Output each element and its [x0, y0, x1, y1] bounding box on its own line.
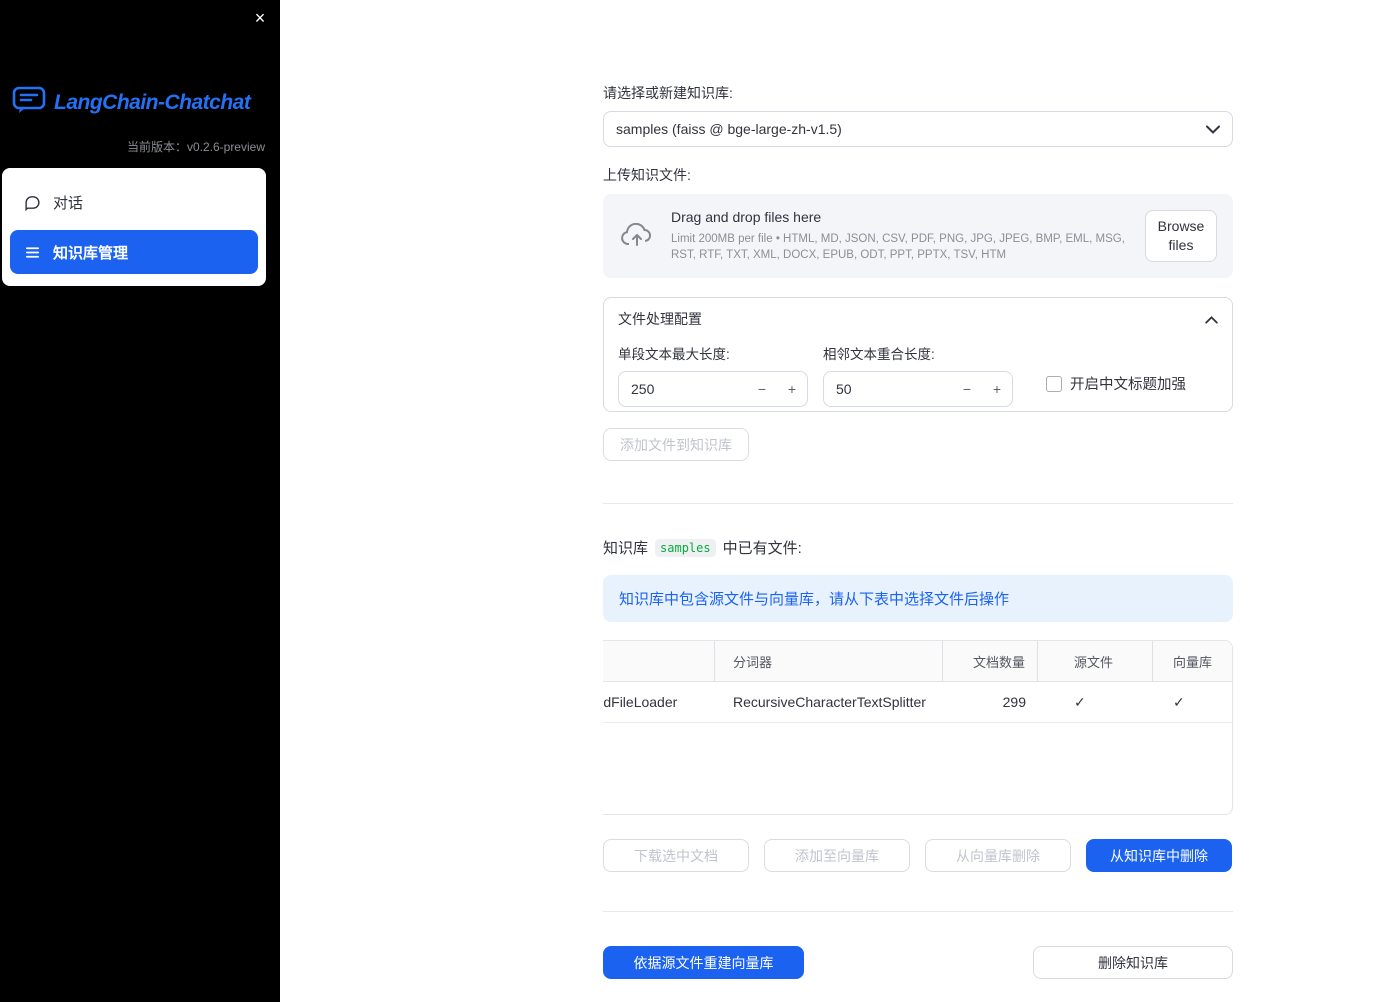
list-icon [24, 244, 41, 261]
chat-bubble-icon [24, 194, 41, 211]
overlap-minus-button[interactable]: − [952, 372, 982, 406]
chevron-up-icon [1205, 311, 1218, 327]
info-banner-text: 知识库中包含源文件与向量库，请从下表中选择文件后操作 [619, 591, 1010, 608]
col-header-vector[interactable]: 向量库 [1153, 641, 1232, 681]
cell-source-check: ✓ [1074, 693, 1086, 710]
zh-title-enhance-checkbox[interactable] [1046, 375, 1062, 392]
main-content: 请选择或新建知识库: samples (faiss @ bge-large-zh… [603, 0, 1233, 979]
delete-from-kb-button[interactable]: 从知识库中删除 [1086, 839, 1232, 872]
existing-suffix: 中已有文件: [722, 540, 802, 557]
max-length-field: 单段文本最大长度: 250 − + [618, 343, 808, 407]
browse-files-button[interactable]: Browse files [1145, 210, 1217, 262]
cell-splitter: RecursiveCharacterTextSplitter [733, 694, 926, 710]
col-header-source[interactable]: 源文件 [1038, 641, 1153, 681]
app-logo: LangChain-Chatchat [12, 86, 251, 119]
max-length-label: 单段文本最大长度: [618, 347, 730, 362]
sidebar-item-label: 对话 [53, 194, 84, 212]
col-header-docs[interactable]: 文档数量 [943, 641, 1038, 681]
file-config-expander: 文件处理配置 单段文本最大长度: 250 − + 相邻文本重合长度: 50 − … [603, 297, 1233, 412]
delete-kb-button[interactable]: 删除知识库 [1033, 946, 1233, 979]
download-selected-button[interactable]: 下载选中文档 [603, 839, 749, 872]
sidebar-item-knowledge-base[interactable]: 知识库管理 [10, 230, 258, 274]
upload-label: 上传知识文件: [603, 167, 691, 183]
zh-title-enhance-label: 开启中文标题加强 [1070, 377, 1186, 393]
file-dropzone[interactable]: Drag and drop files here Limit 200MB per… [603, 194, 1233, 278]
sidebar-item-label: 知识库管理 [53, 244, 129, 262]
overlap-field: 相邻文本重合长度: 50 − + [823, 343, 1013, 407]
overlap-label: 相邻文本重合长度: [823, 347, 935, 362]
delete-from-vector-store-button[interactable]: 从向量库删除 [925, 839, 1071, 872]
version-label: 当前版本：v0.2.6-preview [126, 140, 265, 154]
max-length-minus-button[interactable]: − [747, 372, 777, 406]
table-row[interactable]: UnstructuredFileLoader RecursiveCharacte… [603, 682, 1232, 723]
overlap-plus-button[interactable]: + [982, 372, 1012, 406]
divider [603, 503, 1233, 504]
max-length-plus-button[interactable]: + [777, 372, 807, 406]
cloud-upload-icon [619, 223, 655, 249]
logo-chat-icon [12, 86, 46, 119]
kb-actions: 依据源文件重建向量库 删除知识库 [603, 946, 1233, 979]
files-table: 文档加载器 分词器 文档数量 源文件 向量库 UnstructuredFileL… [603, 640, 1233, 815]
sidebar: × LangChain-Chatchat 当前版本：v0.2.6-preview… [0, 0, 280, 1002]
cell-docs: 299 [1002, 694, 1026, 710]
table-header-row: 文档加载器 分词器 文档数量 源文件 向量库 [603, 641, 1232, 682]
kb-name-code: samples [655, 538, 716, 557]
expander-title: 文件处理配置 [618, 311, 702, 327]
add-to-vector-store-button[interactable]: 添加至向量库 [764, 839, 910, 872]
existing-prefix: 知识库 [603, 540, 649, 557]
overlap-stepper: 50 − + [823, 371, 1013, 407]
divider [603, 911, 1233, 912]
col-header-splitter[interactable]: 分词器 [715, 641, 943, 681]
max-length-input[interactable]: 250 [619, 381, 747, 397]
file-limit-text: Limit 200MB per file • HTML, MD, JSON, C… [671, 232, 1125, 261]
app-title: LangChain-Chatchat [54, 90, 251, 114]
max-length-stepper: 250 − + [618, 371, 808, 407]
file-actions: 下载选中文档 添加至向量库 从向量库删除 从知识库中删除 [603, 839, 1233, 872]
sidebar-menu: 对话 知识库管理 [2, 168, 266, 286]
chevron-down-icon [1206, 121, 1220, 137]
kb-select-label: 请选择或新建知识库: [603, 85, 733, 101]
close-icon[interactable]: × [248, 6, 272, 30]
drag-drop-text: Drag and drop files here [671, 208, 822, 225]
col-header-loader[interactable]: 文档加载器 [603, 641, 715, 681]
sidebar-item-dialogue[interactable]: 对话 [10, 180, 258, 224]
overlap-input[interactable]: 50 [824, 381, 952, 397]
files-table-inner: 文档加载器 分词器 文档数量 源文件 向量库 UnstructuredFileL… [603, 641, 1232, 723]
dropzone-text: Drag and drop files here Limit 200MB per… [671, 209, 1129, 263]
existing-files-heading: 知识库 samples 中已有文件: [603, 537, 1233, 558]
expander-body: 单段文本最大长度: 250 − + 相邻文本重合长度: 50 − + 开启中文标… [604, 329, 1232, 407]
cell-vector-check: ✓ [1173, 693, 1185, 710]
kb-selectbox[interactable]: samples (faiss @ bge-large-zh-v1.5) [603, 111, 1233, 147]
cell-loader: UnstructuredFileLoader [603, 694, 678, 710]
info-banner: 知识库中包含源文件与向量库，请从下表中选择文件后操作 [603, 575, 1233, 622]
zh-title-enhance-field: 开启中文标题加强 [1046, 373, 1186, 394]
add-files-button[interactable]: 添加文件到知识库 [603, 428, 749, 461]
kb-selectbox-value: samples (faiss @ bge-large-zh-v1.5) [616, 121, 842, 137]
rebuild-vector-store-button[interactable]: 依据源文件重建向量库 [603, 946, 804, 979]
expander-header[interactable]: 文件处理配置 [604, 298, 1232, 329]
